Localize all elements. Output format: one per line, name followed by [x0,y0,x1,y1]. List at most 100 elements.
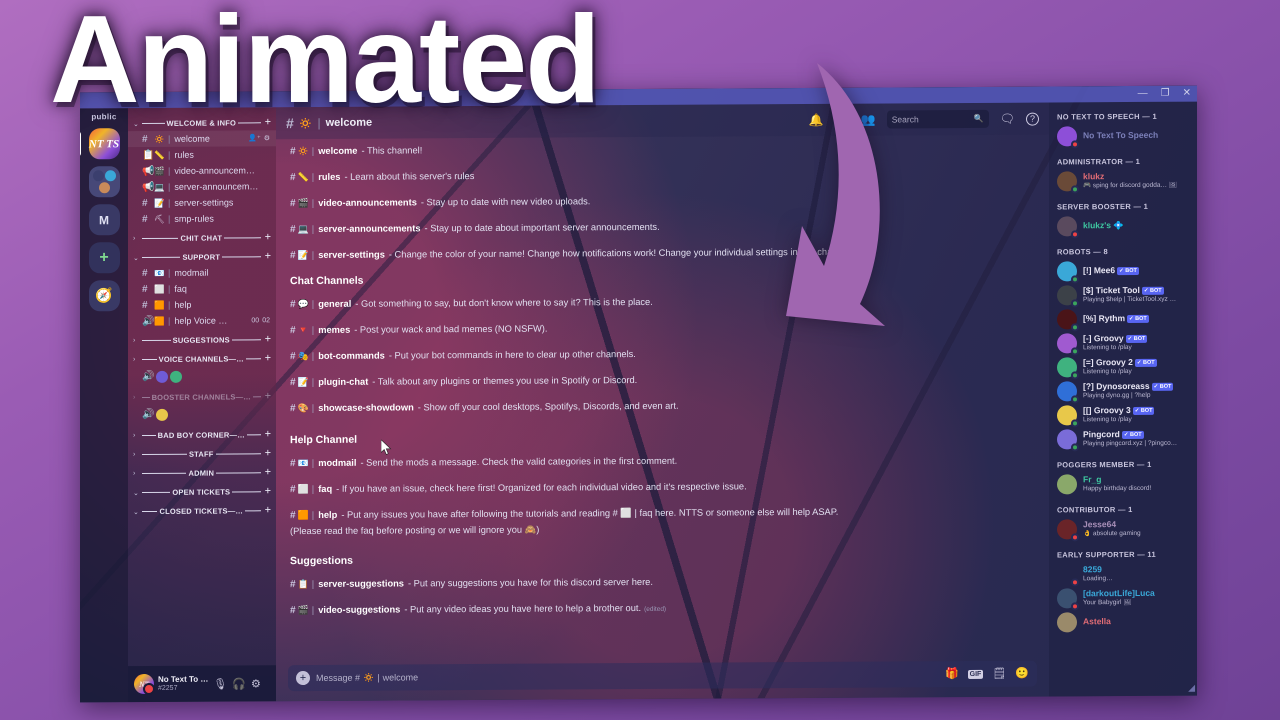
member-list-item[interactable]: [%] Rythm ✓ BOT [1057,309,1189,332]
sidebar-channel-smp-rules[interactable]: # ⛏ | smp-rules [128,210,276,227]
add-channel-button[interactable]: + [263,333,271,345]
message-list[interactable]: # 🔅 | welcome - This channel! # 📏 | rules - Learn… [276,134,1049,661]
create-invite-icon[interactable]: 👤⁺ [248,134,260,142]
add-channel-button[interactable]: + [263,504,271,516]
add-channel-button[interactable]: + [263,352,271,364]
add-channel-button[interactable]: + [263,428,271,440]
avatar[interactable] [1057,261,1079,284]
add-channel-button[interactable]: + [263,250,271,262]
gear-icon[interactable]: ⚙ [251,677,261,690]
message-input[interactable]: + Message # 🔅 | welcome 🎁 GIF 🗒 🙂 [288,660,1037,692]
channel-list[interactable]: ⌄ WELCOME & INFO + # 🔅 | welcome 👤⁺ ⚙ 📋 📏 | rules 📢 🎬 |… [128,107,276,666]
sidebar-channel-welcome[interactable]: # 🔅 | welcome 👤⁺ ⚙ [128,130,276,148]
member-list-item[interactable]: [$] Ticket Tool ✓ BOT Playing $help | Tick… [1057,285,1189,308]
avatar[interactable] [1057,564,1079,587]
channel-category-6[interactable]: › BAD BOY CORNER—… + [128,423,276,443]
gift-icon[interactable]: 🎁 [945,668,959,680]
channel-mention[interactable]: showcase-showdown [318,401,414,414]
add-server-button[interactable]: + [88,242,120,274]
member-list-item[interactable]: Jesse64 👌 absolute gaming [1057,519,1189,542]
member-list-item[interactable]: Astella [1057,612,1189,633]
sidebar-channel-rules[interactable]: 📋 📏 | rules [128,146,276,163]
avatar[interactable] [1057,612,1077,633]
member-list-item[interactable]: [-] Groovy ✓ BOT Listening to /play [1057,333,1189,356]
channel-mention[interactable]: memes [318,324,350,337]
avatar[interactable] [1057,588,1079,611]
help-icon[interactable]: ? [1026,112,1039,126]
channel-category-10[interactable]: ⌄ CLOSED TICKETS—… + [128,499,276,519]
guild-icon-m[interactable]: M [88,204,120,236]
member-list-item[interactable]: [=] Groovy 2 ✓ BOT Listening to /play [1057,357,1189,380]
sidebar-channel-modmail[interactable]: # 📧 | modmail [128,264,276,281]
channel-mention[interactable]: welcome [318,145,357,158]
voice-channel-occupants[interactable]: 🔊 [128,366,276,386]
add-channel-button[interactable]: + [263,231,271,243]
channel-mention[interactable]: server-suggestions [318,577,404,590]
member-list-item[interactable]: Fr_g Happy birthday discord! [1057,474,1189,495]
channel-mention[interactable]: modmail [318,456,356,469]
add-channel-button[interactable]: + [263,447,271,459]
resize-grip-icon[interactable]: ◢ [1188,683,1195,694]
avatar[interactable] [1057,357,1079,380]
channel-category-5[interactable]: › BOOSTER CHANNELS—… + [128,385,276,405]
sidebar-channel-help-voice-[interactable]: 🔊 🟧 | help Voice … 00 02 [128,312,276,329]
sidebar-channel-video-announceme-[interactable]: 📢 🎬 | video-announceme… [128,162,276,179]
gif-icon[interactable]: GIF [967,669,984,679]
avatar[interactable] [1057,405,1079,428]
avatar[interactable] [156,370,168,383]
channel-mention[interactable]: plugin-chat [318,376,368,389]
channel-category-3[interactable]: › SUGGESTIONS + [128,328,276,348]
avatar[interactable] [1057,333,1079,356]
channel-category-7[interactable]: › STAFF + [128,442,276,462]
channel-mention[interactable]: video-announcements [318,196,417,209]
sidebar-channel-help[interactable]: # 🟧 | help [128,296,276,313]
avatar[interactable]: NT [134,673,154,695]
avatar[interactable] [1057,126,1079,149]
sidebar-channel-faq[interactable]: # ⬜ | faq [128,280,276,297]
minimize-button[interactable]: — [1138,88,1148,99]
member-list-item[interactable]: klukz's 💠 [1057,216,1189,239]
member-list[interactable]: NO TEXT TO SPEECH — 1 No Text To Speech AD… [1049,101,1197,697]
channel-category-9[interactable]: ⌄ OPEN TICKETS + [128,480,276,500]
inbox-icon[interactable]: 🗨 [1000,112,1015,126]
explore-servers-button[interactable]: 🧭 [88,280,120,312]
microphone-icon[interactable]: 🎙 [213,677,227,690]
add-channel-button[interactable]: + [263,466,271,478]
voice-channel-occupants[interactable]: 🔊 [128,404,276,424]
add-channel-button[interactable]: + [263,390,271,402]
avatar[interactable] [1057,216,1079,239]
sticker-icon[interactable]: 🗒 [992,667,1006,679]
attach-file-button[interactable]: + [296,671,310,686]
avatar[interactable] [1057,381,1079,404]
channel-mention[interactable]: rules [318,171,340,184]
sidebar-channel-server-settings[interactable]: # 📝 | server-settings [128,194,276,211]
edit-channel-icon[interactable]: ⚙ [264,134,270,142]
channel-mention[interactable]: faq [318,482,332,495]
avatar[interactable] [1057,474,1077,495]
emoji-icon[interactable]: 🙂 [1015,667,1029,679]
member-list-item[interactable]: [[] Groovy 3 ✓ BOT Listening to /play [1057,405,1189,428]
channel-category-8[interactable]: › ADMIN + [128,461,276,481]
member-list-item[interactable]: Pingcord ✓ BOT Playing pingcord.xyz | ?pin… [1057,429,1189,452]
channel-mention[interactable]: server-announcements [318,222,420,235]
close-button[interactable]: ✕ [1183,88,1191,99]
channel-category-4[interactable]: › VOICE CHANNELS—… + [128,347,276,367]
avatar[interactable] [1057,519,1079,542]
channel-category-1[interactable]: › CHIT CHAT + [128,226,276,246]
guild-folder-icon[interactable] [88,166,120,198]
headphones-icon[interactable]: 🎧 [232,677,246,690]
channel-mention[interactable]: help [318,508,337,521]
channel-category-2[interactable]: ⌄ SUPPORT + [128,245,276,265]
avatar[interactable] [156,408,168,421]
add-channel-button[interactable]: + [263,485,271,497]
avatar[interactable] [1057,285,1079,308]
avatar[interactable] [1057,309,1079,332]
avatar[interactable] [1057,171,1079,194]
member-list-item[interactable]: [darkoutLife]Luca Your Babygirl 🖼 [1057,588,1189,611]
member-list-item[interactable]: [!] Mee6 ✓ BOT [1057,261,1189,284]
channel-mention[interactable]: bot-commands [318,350,385,363]
guild-icon-ntts[interactable]: NT TS [88,128,120,160]
sidebar-channel-server-announcem-[interactable]: 📢 💻 | server-announcem… [128,178,276,195]
maximize-button[interactable]: ❐ [1161,88,1170,99]
member-list-item[interactable]: 8259 Loading… [1057,564,1189,587]
